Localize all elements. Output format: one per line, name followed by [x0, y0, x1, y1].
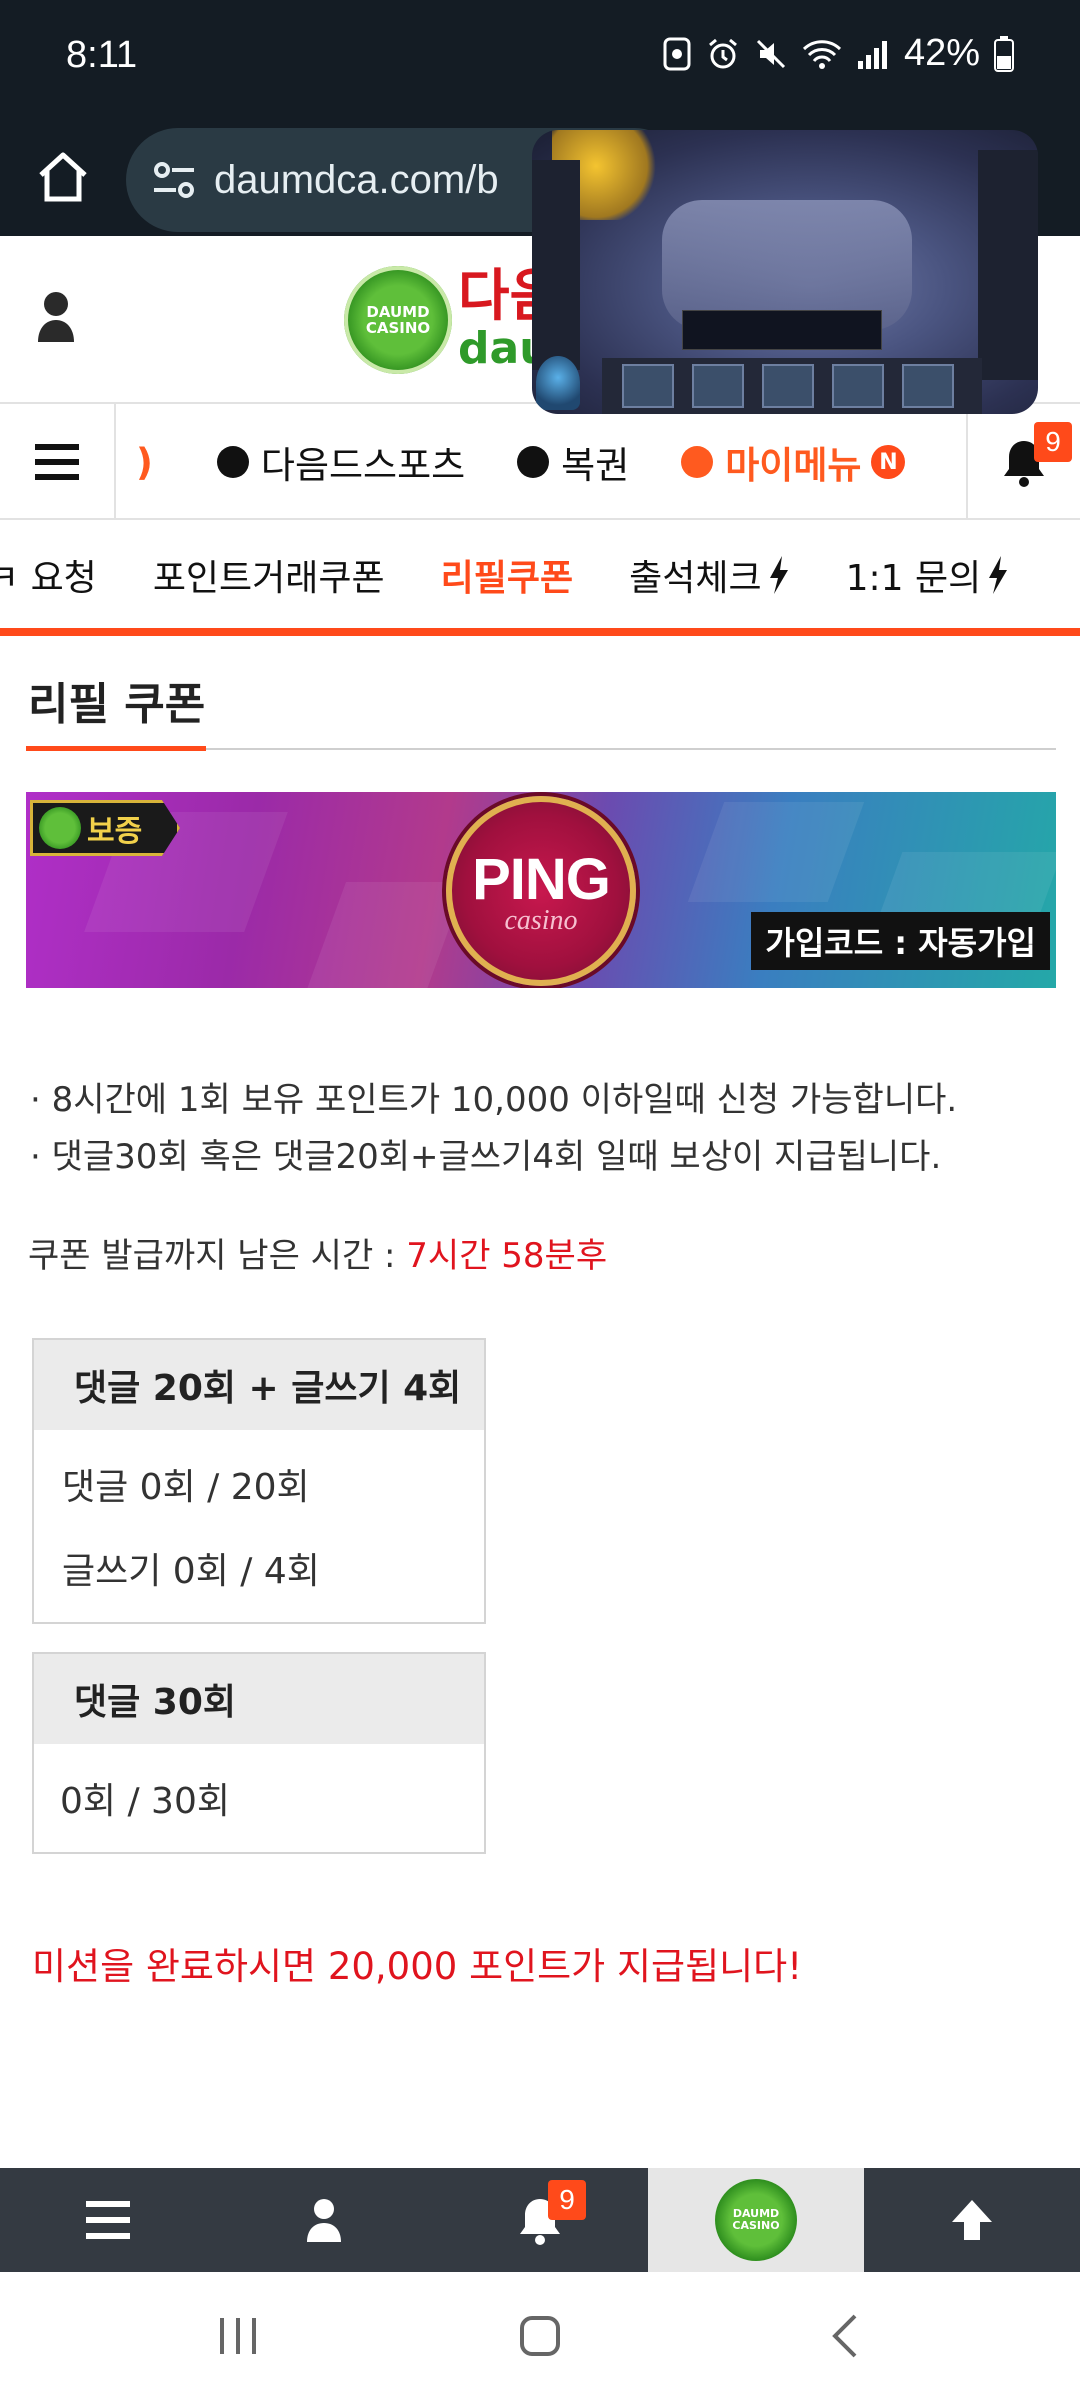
- video-hud-left: [532, 160, 580, 370]
- logo-badge: DAUMD CASINO: [715, 2179, 797, 2261]
- video-card: [832, 364, 884, 408]
- user-icon: [307, 2199, 341, 2242]
- ping-brand: PING: [472, 846, 611, 912]
- nav-item-label: 마이메뉴: [725, 444, 862, 487]
- tab-label: 1:1 문의: [845, 558, 982, 599]
- site-settings-icon[interactable]: [148, 154, 200, 206]
- reward-notice: 미션을 완료하시면 20,000 포인트가 지급됩니다!: [32, 1945, 803, 1988]
- video-tooltip: [682, 310, 882, 350]
- user-icon[interactable]: [34, 286, 78, 346]
- nav-item-my-menu[interactable]: 마이메뉴 N: [681, 435, 906, 489]
- mini-logo: [39, 807, 81, 849]
- info-list: · 8시간에 1회 보유 포인트가 10,000 이하일때 신청 가능합니다. …: [30, 1072, 957, 1186]
- nav-item-label: 다음드스포츠: [260, 444, 466, 487]
- logo-badge: DAUMD CASINO: [344, 266, 452, 374]
- new-badge: N: [871, 445, 906, 479]
- back-icon: [832, 2314, 857, 2358]
- bottom-notifications-button[interactable]: 9: [432, 2168, 648, 2272]
- recents-icon: [220, 2318, 256, 2354]
- guarantee-label: 보증: [87, 814, 143, 849]
- recents-button[interactable]: [198, 2306, 278, 2366]
- mission-progress-comments: 0회 / 30회: [60, 1781, 230, 1822]
- video-streamer-avatar: [536, 356, 580, 410]
- mission-box-comments-posts: 댓글 20회 + 글쓰기 4회 댓글 0회 / 20회 글쓰기 0회 / 4회: [32, 1338, 486, 1624]
- main-nav-items: ) 다음드스포츠 복권 마이메뉴 N: [116, 404, 966, 520]
- mission-header: 댓글 30회: [34, 1654, 484, 1744]
- guarantee-badge: 보증: [30, 800, 180, 856]
- signal-icon: [857, 40, 887, 69]
- scroll-top-button[interactable]: [864, 2168, 1080, 2272]
- page-title: 리필 쿠폰: [28, 679, 206, 730]
- url-text: daumdca.com/b: [214, 157, 499, 202]
- dot-icon: [216, 446, 249, 478]
- mute-icon: [756, 39, 785, 68]
- arrow-up-icon: [952, 2200, 992, 2240]
- coupon-countdown: 쿠폰 발급까지 남은 시간 : 7시간 58분후: [28, 1228, 607, 1277]
- video-hud-bottom: [602, 358, 982, 414]
- video-hud-right: [978, 150, 1038, 380]
- dot-icon: [681, 446, 714, 478]
- home-icon: [39, 152, 87, 202]
- lightning-icon: [989, 556, 1008, 594]
- home-nav-button[interactable]: [500, 2306, 580, 2366]
- bottom-home-logo[interactable]: DAUMD CASINO: [648, 2168, 864, 2272]
- home-button[interactable]: [30, 132, 96, 222]
- back-button[interactable]: [804, 2306, 884, 2366]
- bottom-user-button[interactable]: [216, 2168, 432, 2272]
- status-icons: 42%: [662, 32, 1014, 75]
- ping-casino-logo: PING casino: [446, 796, 636, 986]
- home-circle-icon: [520, 2316, 560, 2356]
- info-line: · 댓글30회 혹은 댓글20회+글쓰기4회 일때 보상이 지급됩니다.: [30, 1137, 942, 1177]
- sub-tabs: ㅋ 요청 포인트거래쿠폰 리필쿠폰 출석체크 1:1 문의: [0, 522, 1080, 636]
- mission-header: 댓글 20회 + 글쓰기 4회: [34, 1340, 484, 1430]
- status-bar: 8:11 42%: [0, 0, 1080, 118]
- info-line: · 8시간에 1회 보유 포인트가 10,000 이하일때 신청 가능합니다.: [30, 1080, 958, 1120]
- wifi-icon: [802, 39, 841, 69]
- bottom-app-bar: 9 DAUMD CASINO: [0, 2168, 1080, 2272]
- system-navigation-bar: [0, 2272, 1080, 2400]
- battery-icon: [994, 35, 1014, 72]
- video-card: [762, 364, 814, 408]
- banner-facet: [687, 802, 865, 902]
- tab-label: 출석체크: [629, 558, 762, 599]
- notification-count-badge: 9: [548, 2180, 586, 2220]
- notification-count-badge: 9: [1034, 422, 1072, 462]
- video-card: [902, 364, 954, 408]
- lightning-icon: [769, 556, 788, 594]
- mission-progress-posts: 글쓰기 0회 / 4회: [62, 1551, 320, 1592]
- status-time: 8:11: [66, 34, 138, 76]
- title-underline: [26, 746, 206, 751]
- tab-refill-coupon[interactable]: 리필쿠폰: [441, 549, 573, 601]
- bottom-menu-button[interactable]: [0, 2168, 216, 2272]
- tab-inquiry[interactable]: 1:1 문의: [846, 549, 1010, 601]
- ping-brand-sub: casino: [504, 904, 578, 936]
- mission-progress-comments: 댓글 0회 / 20회: [62, 1467, 310, 1508]
- casino-banner[interactable]: 보증 PING casino 가입코드 : 자동가입: [26, 792, 1056, 988]
- nav-item-lottery[interactable]: 복권: [517, 435, 629, 489]
- video-card: [622, 364, 674, 408]
- countdown-value: 7시간 58분후: [406, 1236, 608, 1276]
- notifications-button[interactable]: 9: [966, 404, 1080, 520]
- battery-percent: 42%: [903, 32, 980, 74]
- video-card: [692, 364, 744, 408]
- alarm-icon: [708, 38, 737, 68]
- picture-in-picture-video[interactable]: [532, 130, 1038, 414]
- tab-attendance[interactable]: 출석체크: [629, 549, 789, 601]
- hamburger-icon: [35, 444, 79, 480]
- nav-item-label: 복권: [561, 444, 630, 487]
- join-code-label: 가입코드 : 자동가입: [751, 912, 1050, 970]
- lock-rotation-icon: [663, 37, 691, 70]
- tab-request[interactable]: ㅋ 요청: [0, 549, 97, 601]
- tab-point-trade-coupon[interactable]: 포인트거래쿠폰: [153, 549, 385, 601]
- nav-item-sports[interactable]: 다음드스포츠: [216, 435, 466, 489]
- mission-box-comments: 댓글 30회 0회 / 30회: [32, 1652, 486, 1854]
- main-nav: ) 다음드스포츠 복권 마이메뉴 N 9: [0, 404, 1080, 520]
- menu-button[interactable]: [0, 404, 116, 520]
- dot-icon: [517, 446, 550, 478]
- nav-item-partial[interactable]: ): [136, 441, 153, 484]
- hamburger-icon: [86, 2201, 130, 2239]
- banner-facet: [305, 882, 467, 988]
- countdown-label: 쿠폰 발급까지 남은 시간 :: [28, 1236, 407, 1276]
